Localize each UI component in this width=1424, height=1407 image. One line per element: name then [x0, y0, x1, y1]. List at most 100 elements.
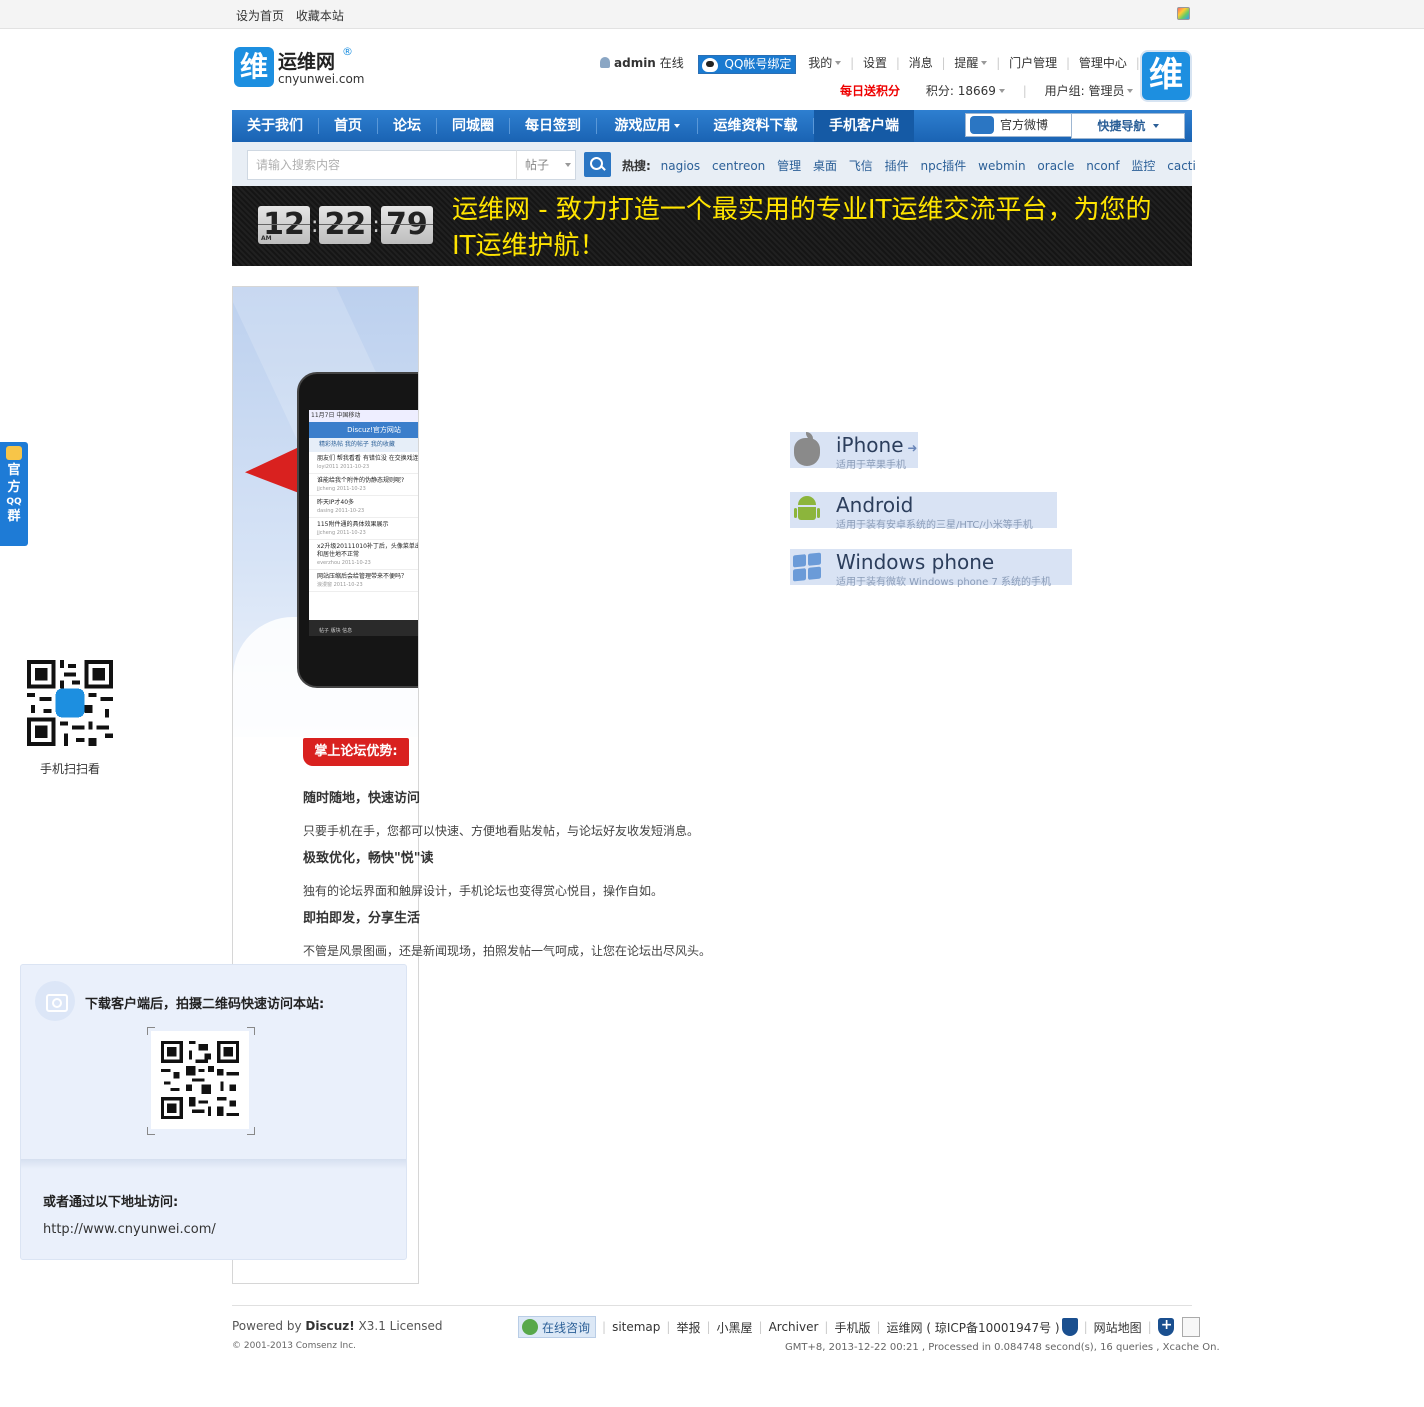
feature-item: 随时随地，快速访问 只要手机在手，您都可以快速、方便地看贴发帖，与论坛好友收发短… — [303, 787, 699, 839]
bookmark-link[interactable]: 收藏本站 — [296, 9, 344, 23]
points-menu[interactable]: 积分: 18669 — [926, 84, 996, 98]
footer-link-report[interactable]: 举报 — [676, 1319, 700, 1336]
clock-minutes: 22 — [319, 206, 372, 244]
logo-mark: 维 — [234, 47, 274, 87]
top-bar: 设为首页 收藏本站 — [0, 0, 1424, 29]
search-button[interactable] — [584, 152, 611, 177]
daily-points-link[interactable]: 每日送积分 — [840, 84, 900, 98]
qq-tab-char: 方 — [7, 480, 21, 495]
logo-name: 运维网 — [278, 51, 336, 73]
download-desc: 适用于装有微软 Windows phone 7 系统的手机 — [836, 577, 1052, 588]
hot-keyword[interactable]: nagios — [661, 159, 701, 173]
site-url-link[interactable]: http://www.cnyunwei.com/ — [43, 1222, 216, 1237]
download-desc: 适用于苹果手机 — [836, 460, 906, 471]
menu-my[interactable]: 我的 — [808, 56, 832, 70]
quick-nav-button[interactable]: 快捷导航 — [1071, 113, 1185, 139]
feature-desc: 不管是风景图画，还是新闻现场，拍照发帖一气呵成，让您在论坛出尽风头。 — [303, 944, 712, 958]
chevron-down-icon — [981, 61, 988, 65]
download-iphone[interactable]: iPhone ➜ 适用于苹果手机 — [790, 432, 918, 471]
qq-group-tab[interactable]: 官 方 QQ 群 — [0, 442, 28, 546]
list-item: 朋友们 帮我看看 有错位没 在交换戏连接 loyi2011 2011-10-23 — [309, 452, 418, 474]
discuz-link[interactable]: Discuz! — [305, 1319, 354, 1333]
footer-link-archiver[interactable]: Archiver — [769, 1320, 819, 1334]
nav-mobile-client[interactable]: 手机客户端 — [814, 110, 914, 142]
nav-local-circle[interactable]: 同城圈 — [437, 110, 509, 142]
phone-title: Discuz!官方网站 — [309, 422, 418, 438]
phone-statusbar: 11月7日 中国移动 — [309, 410, 418, 422]
online-consult-button[interactable]: 在线咨询 — [518, 1316, 597, 1338]
nav-home[interactable]: 首页 — [319, 110, 377, 142]
nav-about[interactable]: 关于我们 — [232, 110, 318, 142]
hot-keyword[interactable]: oracle — [1037, 159, 1074, 173]
list-item: 115附件通的具体效果展示 jjcheng 2011-10-23 — [309, 518, 418, 540]
chevron-down-icon — [1127, 89, 1134, 93]
avatar[interactable]: 维 — [1140, 50, 1192, 102]
search-scope-select[interactable]: 帖子 — [516, 150, 576, 180]
weibo-label: 官方微博 — [1000, 118, 1049, 132]
powered-by: Powered by Discuz! X3.1 Licensed — [232, 1319, 443, 1333]
download-android[interactable]: Android 适用于装有安卓系统的三星/HTC/小米等手机 — [790, 492, 1057, 531]
weibo-icon — [970, 116, 994, 134]
menu-admin-center[interactable]: 管理中心 — [1079, 56, 1127, 70]
search-bar: 请输入搜索内容 帖子 热搜: nagios centreon 管理 桌面 飞信 … — [232, 142, 1196, 186]
list-item: 网站压缩后会给管理带来不便吗？ 浪漫窗 2011-10-23 — [309, 570, 418, 592]
download-desc: 适用于装有安卓系统的三星/HTC/小米等手机 — [836, 520, 1033, 531]
camera-icon — [35, 981, 75, 1021]
footer-link-blacklist[interactable]: 小黑屋 — [717, 1319, 753, 1336]
list-item: 昨天IP才40多 dasing 2011-10-23 — [309, 496, 418, 518]
hot-keyword[interactable]: centreon — [712, 159, 765, 173]
hot-keyword[interactable]: npc插件 — [920, 159, 966, 173]
username-link[interactable]: admin — [614, 56, 656, 70]
qq-bind-button[interactable]: QQ帐号绑定 — [697, 55, 797, 74]
hot-keyword[interactable]: cacti — [1167, 159, 1196, 173]
hot-keyword[interactable]: 飞信 — [849, 159, 873, 173]
weibo-button[interactable]: 官方微博 — [965, 113, 1077, 137]
qq-group-icon — [6, 446, 22, 460]
chevron-down-icon — [673, 124, 680, 128]
feature-desc: 独有的论坛界面和触屏设计，手机论坛也变得赏心悦目，操作自如。 — [303, 884, 664, 898]
menu-portal-admin[interactable]: 门户管理 — [1009, 56, 1057, 70]
logo-domain: cnyunwei.com — [278, 72, 365, 86]
footer-link-mobile[interactable]: 手机版 — [834, 1319, 870, 1336]
nav-games-apps[interactable]: 游戏应用 — [597, 110, 697, 142]
phone-screen: 11月7日 中国移动 Discuz!官方网站 精彩热帖 我的帖子 我的收藏 朋友… — [309, 410, 418, 636]
list-item: 谁能给我个附件的伪静态规则呢? jjcheng 2011-10-23 — [309, 474, 418, 496]
clock-hours: 12 AM — [258, 206, 310, 244]
stats-icon[interactable] — [1181, 1317, 1200, 1337]
hot-keyword[interactable]: 桌面 — [813, 159, 837, 173]
style-switch-icon[interactable] — [1177, 7, 1190, 20]
nav-forum[interactable]: 论坛 — [378, 110, 436, 142]
hot-keyword[interactable]: nconf — [1086, 159, 1119, 173]
qr-code-box — [151, 1031, 249, 1129]
top-links: 设为首页 收藏本站 — [236, 7, 352, 24]
nav-downloads[interactable]: 运维资料下载 — [698, 110, 813, 142]
footer-link-sitemap-cn[interactable]: 网站地图 — [1094, 1319, 1142, 1336]
menu-messages[interactable]: 消息 — [909, 56, 933, 70]
usergroup-menu[interactable]: 用户组: 管理员 — [1045, 84, 1125, 98]
search-input[interactable]: 请输入搜索内容 — [247, 150, 517, 180]
hot-keyword[interactable]: 插件 — [885, 159, 909, 173]
download-name: Windows phone — [836, 550, 995, 574]
copyright: © 2001-2013 Comsenz Inc. — [232, 1341, 357, 1351]
hot-keyword[interactable]: webmin — [978, 159, 1025, 173]
menu-reminders[interactable]: 提醒 — [954, 56, 978, 70]
hot-keyword[interactable]: 监控 — [1131, 159, 1155, 173]
download-windows-phone[interactable]: Windows phone 适用于装有微软 Windows phone 7 系统… — [790, 549, 1072, 588]
trust-shield-icon[interactable] — [1157, 1317, 1174, 1336]
site-logo[interactable]: 维 运维网 ® cnyunwei.com — [234, 45, 365, 90]
logo-registered-mark: ® — [342, 45, 353, 58]
qr-access-panel: 下载客户端后，拍摄二维码快速访问本站: 或者通过以下地址访问: http://w… — [20, 964, 407, 1260]
security-badge-icon[interactable] — [1061, 1318, 1078, 1336]
advantages-tag: 掌上论坛优势: — [303, 738, 409, 766]
quick-nav-label: 快捷导航 — [1097, 119, 1146, 133]
nav-daily-checkin[interactable]: 每日签到 — [510, 110, 596, 142]
footer-link-sitemap[interactable]: sitemap — [612, 1320, 660, 1334]
hot-keyword[interactable]: 管理 — [777, 159, 801, 173]
footer-links: 在线咨询 | sitemap | 举报 | 小黑屋 | Archiver | 手… — [518, 1316, 1200, 1338]
feature-item: 极致优化，畅快"悦"读 独有的论坛界面和触屏设计，手机论坛也变得赏心悦目，操作自… — [303, 847, 663, 899]
menu-settings[interactable]: 设置 — [863, 56, 887, 70]
feature-desc: 只要手机在手，您都可以快速、方便地看贴发帖，与论坛好友收发短消息。 — [303, 824, 700, 838]
footer-icp[interactable]: 运维网 ( 琼ICP备10001947号 ) — [887, 1319, 1060, 1336]
set-home-link[interactable]: 设为首页 — [236, 9, 284, 23]
online-status[interactable]: 在线 — [660, 56, 684, 70]
